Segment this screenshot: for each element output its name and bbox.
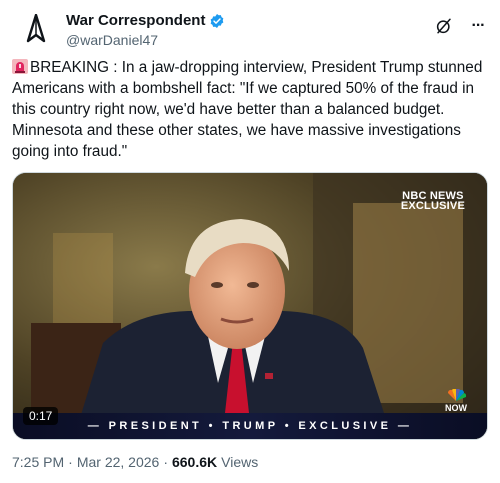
compass-logo-icon — [26, 14, 46, 43]
nbc-news-logo: NBC NEWS EXCLUSIVE — [400, 191, 465, 212]
video-player[interactable]: NBC NEWS EXCLUSIVE NOW — PRESIDENT • TRU… — [12, 172, 488, 440]
peacock-icon — [447, 388, 467, 401]
more-icon: ··· — [471, 17, 486, 34]
display-name[interactable]: War Correspondent — [66, 12, 205, 29]
tweet-header: War Correspondent @warDaniel47 ··· — [12, 10, 488, 50]
tweet-date[interactable]: Mar 22, 2026 — [77, 454, 160, 470]
grok-button[interactable] — [434, 16, 454, 36]
video-duration: 0:17 — [23, 407, 59, 425]
meta-separator: · — [68, 454, 73, 470]
tweet-time[interactable]: 7:25 PM — [12, 454, 64, 470]
tweet-body: BREAKING : In a jaw-dropping interview, … — [12, 59, 483, 160]
lower-third-banner: — PRESIDENT • TRUMP • EXCLUSIVE — — [13, 413, 487, 439]
tweet-meta: 7:25 PM · Mar 22, 2026 · 660.6K Views — [12, 454, 258, 470]
video-frame — [13, 173, 487, 439]
author-names: War Correspondent @warDaniel47 — [66, 12, 225, 48]
views-label: Views — [221, 454, 259, 470]
views-count[interactable]: 660.6K — [172, 454, 217, 470]
handle[interactable]: @warDaniel47 — [66, 32, 225, 48]
siren-icon — [12, 59, 28, 74]
tweet-text: BREAKING : In a jaw-dropping interview, … — [12, 57, 484, 162]
lower-third-text: — PRESIDENT • TRUMP • EXCLUSIVE — — [87, 420, 413, 432]
avatar[interactable] — [18, 12, 54, 48]
header-actions: ··· — [434, 16, 488, 36]
nbc-logo-line2: EXCLUSIVE — [400, 200, 465, 212]
meta-separator: · — [163, 454, 168, 470]
nbc-now-logo: NOW — [445, 388, 467, 413]
more-button[interactable]: ··· — [468, 16, 488, 36]
verified-badge-icon[interactable] — [209, 13, 225, 29]
grok-icon — [436, 18, 451, 34]
now-label: NOW — [445, 403, 467, 413]
